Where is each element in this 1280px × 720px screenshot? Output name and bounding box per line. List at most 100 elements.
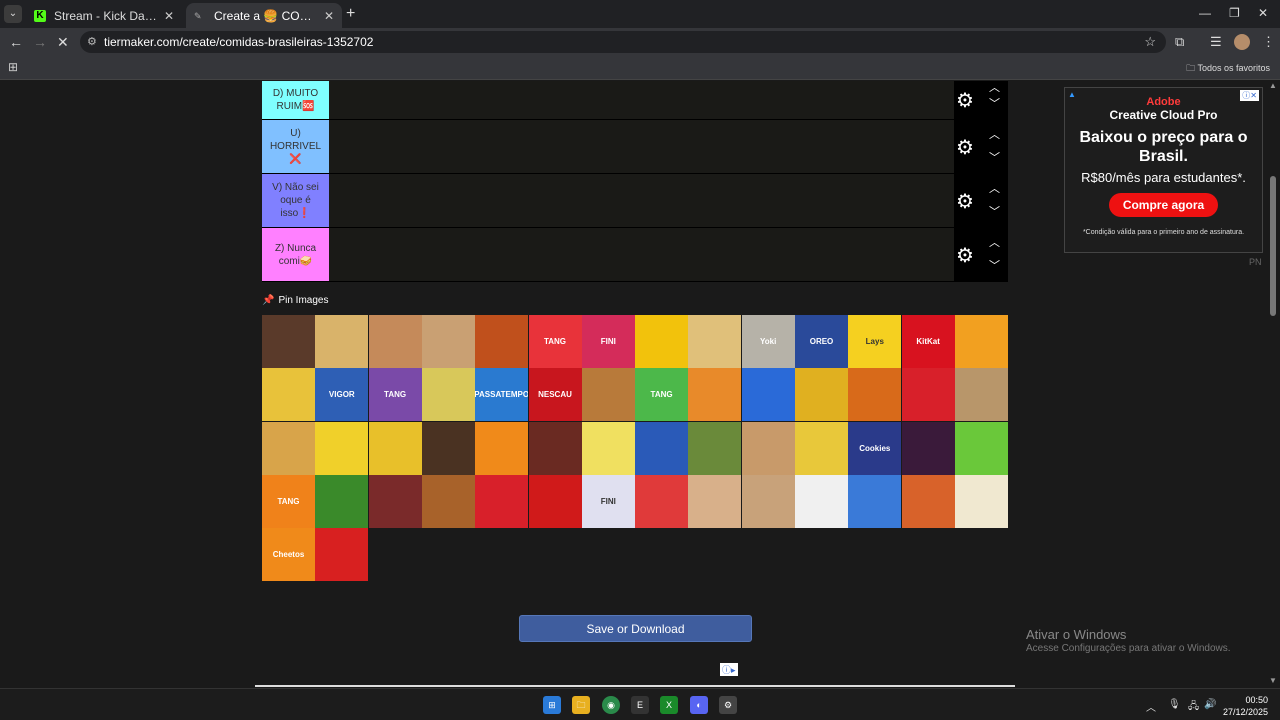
- image-tile-batata[interactable]: [315, 315, 369, 368]
- image-tile-pera[interactable]: [421, 368, 475, 422]
- image-tile-salgadinho[interactable]: [741, 368, 795, 422]
- xbox-icon[interactable]: X: [660, 696, 678, 714]
- gear-icon[interactable]: ⚙: [956, 135, 974, 160]
- image-tile-cheetos[interactable]: Cheetos: [262, 528, 315, 582]
- image-tile-yoki[interactable]: Yoki: [741, 315, 795, 368]
- image-tile-mm-bag[interactable]: [901, 368, 955, 422]
- image-tile-morango[interactable]: [475, 474, 529, 528]
- save-or-download-button[interactable]: Save or Download: [519, 615, 752, 642]
- tray-chevron-up-icon[interactable]: ︿: [1146, 699, 1156, 714]
- image-tile-vigor[interactable]: VIGOR: [315, 368, 369, 422]
- image-tile-jabuticaba[interactable]: [901, 421, 955, 475]
- scrollbar-thumb[interactable]: [1270, 176, 1276, 316]
- tier-label[interactable]: U) HORRIVEL ❌: [262, 120, 329, 173]
- close-window-button[interactable]: ✕: [1258, 6, 1268, 20]
- profile-avatar[interactable]: [1234, 34, 1250, 50]
- image-tile-tang-uva[interactable]: TANG: [368, 368, 422, 422]
- image-tile-tang-limao[interactable]: TANG: [635, 368, 689, 422]
- ad-choices-icon[interactable]: ⓘ▸: [720, 663, 738, 676]
- all-bookmarks-link[interactable]: 🗀 Todos os favoritos: [1186, 61, 1270, 77]
- image-tile-passatempo[interactable]: PASSATEMPO: [475, 368, 529, 422]
- chevron-down-icon[interactable]: ﹀: [989, 149, 1000, 165]
- image-tile-farinha[interactable]: [262, 315, 315, 368]
- discord-icon[interactable]: ◐: [690, 696, 708, 714]
- image-tile-nescau[interactable]: NESCAU: [528, 368, 582, 422]
- menu-icon[interactable]: ⋮: [1262, 34, 1275, 50]
- chevron-up-icon[interactable]: ︿: [989, 126, 1000, 142]
- ad-info-icon[interactable]: ⓘ✕: [1240, 90, 1259, 101]
- tier-drop-zone[interactable]: [329, 120, 954, 173]
- chevron-up-icon[interactable]: ︿: [989, 234, 1000, 250]
- close-icon[interactable]: ✕: [164, 9, 174, 23]
- image-tile-carne[interactable]: [528, 421, 582, 475]
- image-tile-milho[interactable]: [795, 421, 848, 475]
- tier-drop-zone[interactable]: [329, 228, 954, 281]
- image-tile-ovo[interactable]: [688, 474, 742, 528]
- pin-images-toggle[interactable]: 📌 Pin Images: [262, 295, 328, 306]
- tab-search-icon[interactable]: ⌄: [4, 5, 22, 23]
- site-info-icon[interactable]: ⚙: [87, 31, 97, 53]
- image-tile-brigadeiro[interactable]: [421, 421, 475, 475]
- image-tile-banana[interactable]: [315, 421, 369, 475]
- image-tile-mms[interactable]: [848, 474, 902, 528]
- image-tile-oreo[interactable]: OREO: [795, 315, 848, 368]
- chevron-down-icon[interactable]: ﹀: [989, 257, 1000, 273]
- ad-cta-button[interactable]: Compre agora: [1108, 193, 1219, 217]
- image-tile-fini-2[interactable]: FINI: [581, 474, 635, 528]
- gear-icon[interactable]: ⚙: [956, 189, 974, 214]
- image-tile-kitkat[interactable]: KitKat: [901, 315, 955, 368]
- adobe-ad[interactable]: ▲ ⓘ✕ Adobe Creative Cloud Pro Baixou o p…: [1064, 87, 1263, 253]
- image-tile-batata-frita[interactable]: [368, 421, 422, 475]
- tier-label[interactable]: D) MUITO RUIM🆘: [262, 81, 329, 119]
- tier-label[interactable]: V) Não sei oque é isso❗: [262, 174, 329, 227]
- image-tile-frango[interactable]: [421, 474, 475, 528]
- steam-icon[interactable]: ⚙: [719, 696, 737, 714]
- image-tile-pao[interactable]: [421, 315, 475, 368]
- file-explorer-icon[interactable]: 🗀: [572, 696, 590, 714]
- image-tile-tang-morango[interactable]: TANG: [528, 315, 582, 368]
- image-tile-macarrao[interactable]: [475, 315, 529, 368]
- tab-tiermaker[interactable]: ✎ Create a 🍔 COMIDAS BRASILEIRAS Tier Li…: [186, 3, 342, 28]
- image-tile-abobora[interactable]: [848, 368, 902, 422]
- restore-button[interactable]: ❐: [1229, 6, 1240, 20]
- image-tile-sazon[interactable]: [262, 368, 315, 422]
- image-tile-tangerina[interactable]: [475, 421, 529, 475]
- chevron-up-icon[interactable]: ︿: [989, 79, 1000, 95]
- extensions-icon[interactable]: ⧉: [1175, 34, 1184, 50]
- image-tile-lamen[interactable]: [688, 315, 742, 368]
- image-tile-mamao[interactable]: [688, 368, 742, 422]
- image-tile-pirulito[interactable]: [795, 474, 848, 528]
- network-icon[interactable]: 🖧: [1188, 699, 1199, 716]
- tier-drop-zone[interactable]: [329, 81, 954, 119]
- chevron-up-icon[interactable]: ︿: [989, 180, 1000, 196]
- tier-drop-zone[interactable]: [329, 174, 954, 227]
- image-tile-cookies-pacote[interactable]: Cookies: [848, 421, 902, 475]
- scroll-down-arrow[interactable]: ▼: [1269, 676, 1277, 685]
- tier-label[interactable]: Z) Nunca comi🥪: [262, 228, 329, 281]
- chevron-down-icon[interactable]: ﹀: [989, 203, 1000, 219]
- image-tile-aveia[interactable]: [954, 368, 1008, 422]
- image-tile-feijao[interactable]: [368, 474, 422, 528]
- image-tile-lays[interactable]: Lays: [848, 315, 902, 368]
- new-tab-button[interactable]: +: [346, 5, 355, 23]
- chevron-down-icon[interactable]: ﹀: [989, 95, 1000, 111]
- image-tile-biscoito[interactable]: [741, 474, 795, 528]
- windows-start-icon[interactable]: ⊞: [543, 696, 561, 714]
- apps-grid-icon[interactable]: ⊞: [8, 60, 18, 74]
- image-tile-miojo[interactable]: [635, 315, 689, 368]
- image-tile-cookies[interactable]: [741, 421, 795, 475]
- image-tile-melancia[interactable]: [635, 474, 689, 528]
- image-tile-pipoca[interactable]: [954, 474, 1008, 528]
- gear-icon[interactable]: ⚙: [956, 88, 974, 113]
- image-tile-chimarrao[interactable]: [688, 421, 742, 475]
- image-tile-fini[interactable]: FINI: [581, 315, 635, 368]
- system-clock[interactable]: 00:50 27/12/2025: [1223, 694, 1268, 718]
- gear-icon[interactable]: ⚙: [956, 243, 974, 268]
- tab-kick-dashboard[interactable]: K Stream - Kick Dashboard ✕: [26, 3, 182, 28]
- minimize-button[interactable]: —: [1199, 6, 1211, 20]
- chrome-icon[interactable]: ◉: [602, 696, 620, 714]
- image-tile-maca[interactable]: [528, 474, 582, 528]
- scroll-up-arrow[interactable]: ▲: [1269, 81, 1277, 90]
- forward-button[interactable]: →: [33, 34, 47, 50]
- bookmark-star-icon[interactable]: ☆: [1144, 31, 1156, 53]
